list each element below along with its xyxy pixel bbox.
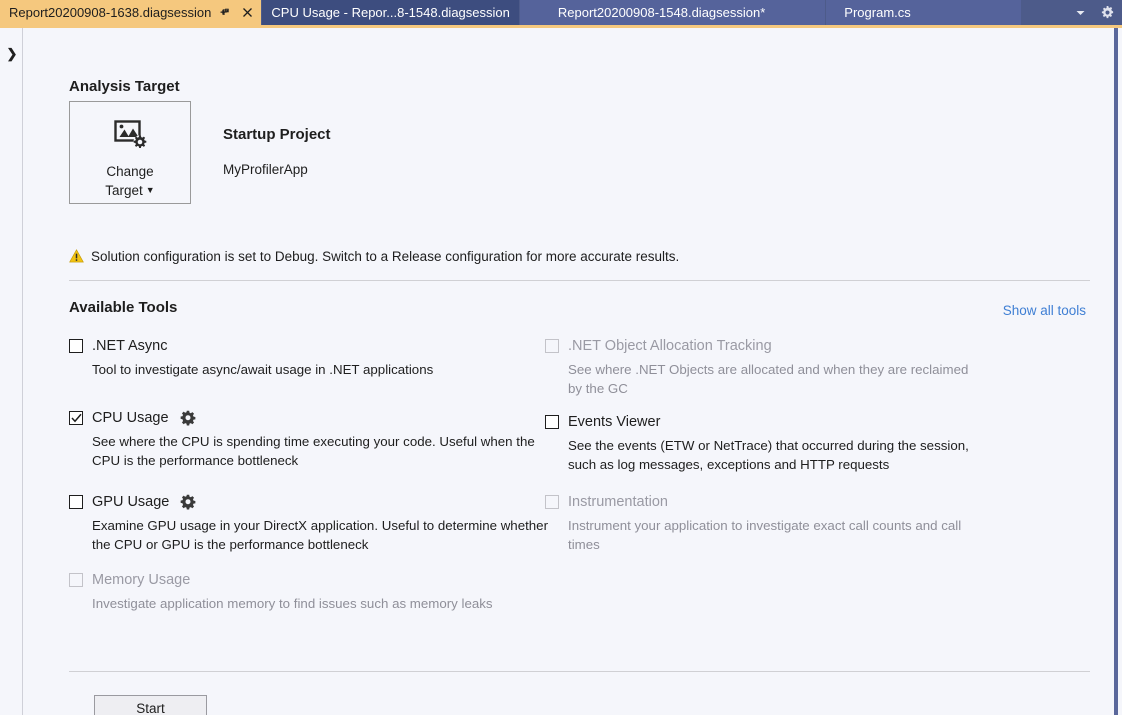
change-target-line2-row: Target▼ — [105, 181, 154, 200]
tool-name: Instrumentation — [568, 494, 668, 510]
tool-name: CPU Usage — [92, 410, 169, 426]
tab-label: CPU Usage - Repor...8-1548.diagsession — [271, 0, 509, 25]
start-button[interactable]: Start — [94, 695, 207, 715]
tool-cpu-usage[interactable]: CPU Usage See where the CPU is spending … — [69, 408, 549, 470]
tool-description: Examine GPU usage in your DirectX applic… — [92, 516, 549, 554]
change-target-label: Change Target▼ — [105, 162, 154, 200]
tool-description: Tool to investigate async/await usage in… — [92, 360, 549, 379]
checkbox-net-object-allocation-tracking — [545, 339, 559, 353]
tab-strip-controls — [1071, 0, 1122, 25]
tab-label: Report20200908-1638.diagsession — [9, 0, 211, 25]
target-kind-label: Startup Project — [223, 126, 331, 143]
image-settings-icon — [113, 117, 147, 156]
tool-description: See where .NET Objects are allocated and… — [568, 360, 985, 398]
checkbox-gpu-usage[interactable] — [69, 495, 83, 509]
gear-icon[interactable] — [180, 494, 196, 510]
tab-report-1548[interactable]: Report20200908-1548.diagsession* — [520, 0, 826, 25]
tool-header: .NET Async — [69, 336, 549, 356]
tool-net-async[interactable]: .NET Async Tool to investigate async/awa… — [69, 336, 549, 379]
tab-cpu-usage-report[interactable]: CPU Usage - Repor...8-1548.diagsession — [262, 0, 519, 25]
tool-header: .NET Object Allocation Tracking — [545, 336, 985, 356]
performance-profiler-pane: Analysis Target Change Target▼ Startup P… — [24, 28, 1118, 715]
tool-name: Events Viewer — [568, 414, 660, 430]
tab-strip: Report20200908-1638.diagsession CPU Usag… — [0, 0, 1122, 25]
caret-down-icon: ▼ — [146, 181, 155, 200]
divider-above-tools — [69, 280, 1090, 281]
tool-gpu-usage[interactable]: GPU Usage Examine GPU usage in your Dire… — [69, 492, 549, 554]
tool-memory-usage: Memory Usage Investigate application mem… — [69, 570, 549, 613]
left-rail: ❯ — [0, 28, 23, 715]
warning-text: Solution configuration is set to Debug. … — [91, 247, 679, 266]
change-target-line2: Target — [105, 183, 143, 198]
tool-header: Events Viewer — [545, 412, 985, 432]
chevron-right-icon[interactable]: ❯ — [5, 47, 19, 61]
tool-description: See the events (ETW or NetTrace) that oc… — [568, 436, 985, 474]
tool-description: Investigate application memory to find i… — [92, 594, 549, 613]
tool-net-object-allocation-tracking: .NET Object Allocation Tracking See wher… — [545, 336, 985, 398]
gear-icon[interactable] — [1098, 3, 1116, 23]
tool-description: See where the CPU is spending time execu… — [92, 432, 549, 470]
chevron-down-icon[interactable] — [1071, 3, 1089, 23]
tool-name: .NET Object Allocation Tracking — [568, 338, 772, 354]
configuration-warning: Solution configuration is set to Debug. … — [69, 247, 679, 268]
tab-label: Report20200908-1548.diagsession* — [558, 0, 765, 25]
checkbox-events-viewer[interactable] — [545, 415, 559, 429]
analysis-target-title: Analysis Target — [69, 78, 180, 95]
close-icon[interactable] — [238, 3, 257, 23]
change-target-button[interactable]: Change Target▼ — [69, 101, 191, 204]
tool-instrumentation: Instrumentation Instrument your applicat… — [545, 492, 985, 554]
tab-label: Program.cs — [844, 0, 910, 25]
warning-triangle-icon — [69, 249, 84, 268]
divider-above-start — [69, 671, 1090, 672]
tool-header: Memory Usage — [69, 570, 549, 590]
tab-strip-spacer — [1022, 0, 1071, 25]
pin-icon[interactable] — [215, 3, 234, 23]
checkbox-cpu-usage[interactable] — [69, 411, 83, 425]
checkbox-instrumentation — [545, 495, 559, 509]
checkbox-memory-usage — [69, 573, 83, 587]
available-tools-title: Available Tools — [69, 299, 177, 316]
tool-header: GPU Usage — [69, 492, 549, 512]
checkbox-net-async[interactable] — [69, 339, 83, 353]
tool-name: .NET Async — [92, 338, 167, 354]
tool-name: Memory Usage — [92, 572, 190, 588]
tab-program-cs[interactable]: Program.cs — [826, 0, 1021, 25]
tool-header: Instrumentation — [545, 492, 985, 512]
gear-icon[interactable] — [180, 410, 196, 426]
tab-report-1638[interactable]: Report20200908-1638.diagsession — [0, 0, 262, 25]
tool-events-viewer[interactable]: Events Viewer See the events (ETW or Net… — [545, 412, 985, 474]
change-target-line1: Change — [105, 162, 154, 181]
target-name-value: MyProfilerApp — [223, 162, 308, 177]
show-all-tools-link[interactable]: Show all tools — [1003, 303, 1086, 318]
tool-name: GPU Usage — [92, 494, 169, 510]
tool-header: CPU Usage — [69, 408, 549, 428]
tool-description: Instrument your application to investiga… — [568, 516, 985, 554]
